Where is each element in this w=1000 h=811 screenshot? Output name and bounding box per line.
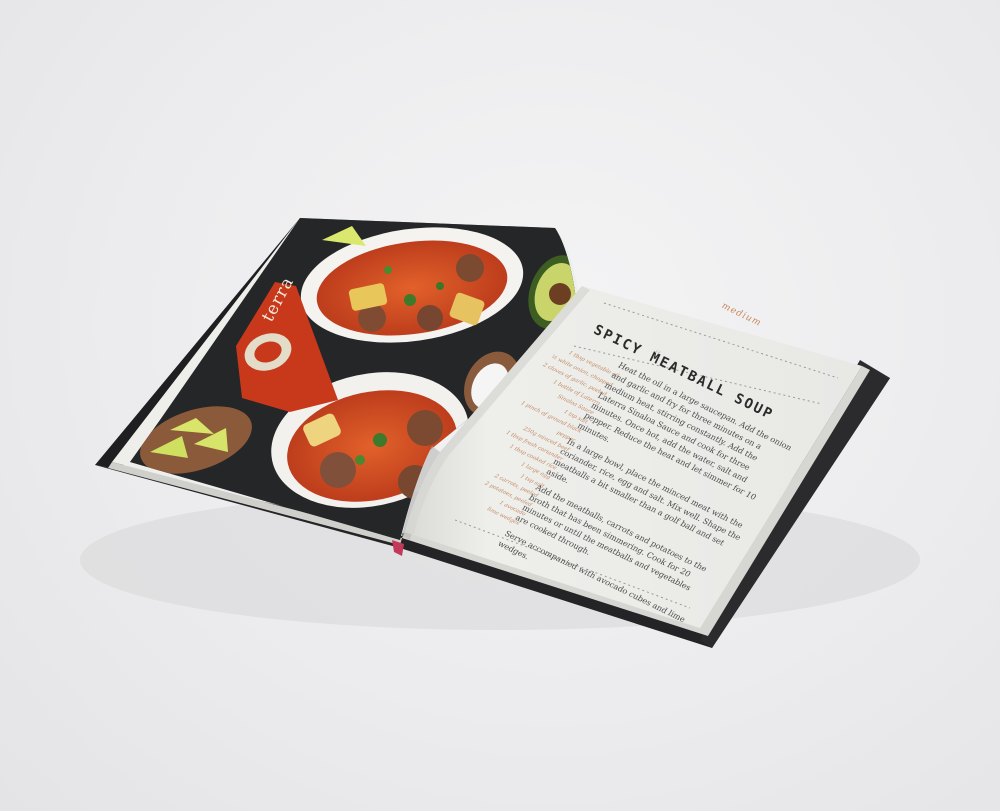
open-cookbook (80, 218, 920, 648)
cookbook-scene: terra medium SPICY MEATBALL SOUP “ 1 tbs… (0, 0, 1000, 811)
